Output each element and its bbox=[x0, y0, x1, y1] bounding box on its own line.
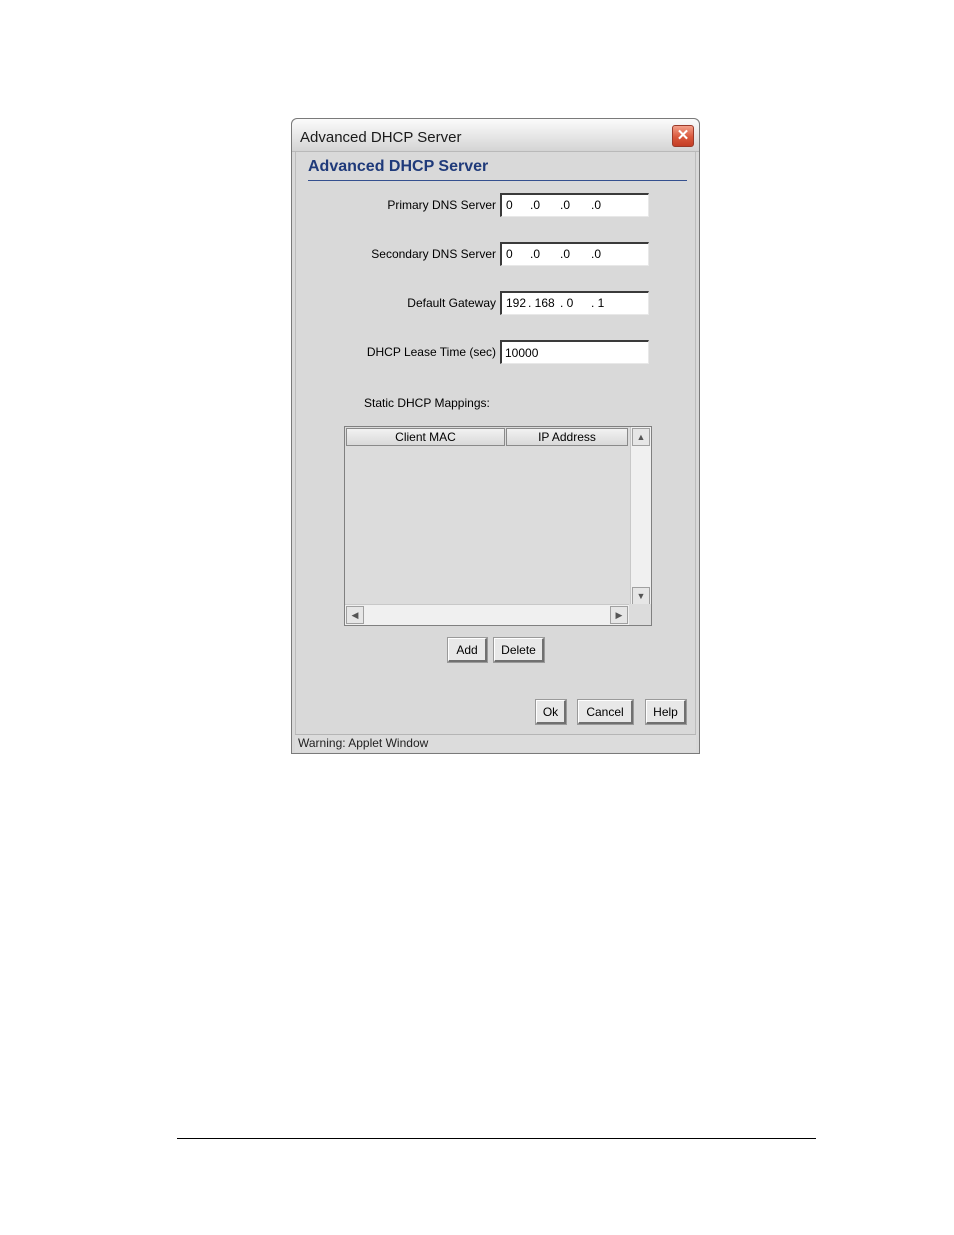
primary-dns-input[interactable]: 0 .0 .0 .0 bbox=[500, 193, 649, 217]
vertical-scrollbar[interactable]: ▲ ▼ bbox=[630, 427, 651, 605]
page-title: Advanced DHCP Server bbox=[308, 158, 489, 175]
dialog-content: Advanced DHCP Server Primary DNS Server … bbox=[295, 152, 696, 734]
add-button[interactable]: Add bbox=[447, 637, 488, 663]
octet-2[interactable]: . 168 bbox=[528, 296, 555, 310]
ok-button[interactable]: Ok bbox=[535, 699, 567, 725]
lease-time-label: DHCP Lease Time (sec) bbox=[366, 345, 496, 359]
static-mappings-label: Static DHCP Mappings: bbox=[364, 396, 490, 410]
scrollbar-corner bbox=[630, 604, 651, 625]
octet-2[interactable]: .0 bbox=[530, 247, 540, 261]
octet-1[interactable]: 0 bbox=[506, 247, 513, 261]
scroll-left-icon[interactable]: ◀ bbox=[346, 606, 364, 624]
secondary-dns-label: Secondary DNS Server bbox=[371, 247, 496, 261]
scroll-up-icon[interactable]: ▲ bbox=[632, 428, 650, 446]
default-gateway-input[interactable]: 192 . 168 . 0 . 1 bbox=[500, 291, 649, 315]
column-header-client-mac[interactable]: Client MAC bbox=[346, 428, 505, 446]
dialog-window: Advanced DHCP Server ✕ Advanced DHCP Ser… bbox=[291, 118, 700, 754]
scroll-right-icon[interactable]: ▶ bbox=[610, 606, 628, 624]
octet-4[interactable]: .0 bbox=[591, 198, 601, 212]
mappings-table[interactable]: Client MAC IP Address ▲ ▼ ◀ ▶ bbox=[344, 426, 652, 626]
lease-time-input[interactable] bbox=[500, 340, 649, 364]
title-bar[interactable]: Advanced DHCP Server ✕ bbox=[292, 119, 699, 152]
column-header-ip-address[interactable]: IP Address bbox=[506, 428, 628, 446]
octet-1[interactable]: 192 bbox=[506, 296, 526, 310]
delete-button[interactable]: Delete bbox=[493, 637, 545, 663]
octet-3[interactable]: .0 bbox=[560, 198, 570, 212]
horizontal-scrollbar[interactable]: ◀ ▶ bbox=[345, 604, 629, 625]
octet-3[interactable]: . 0 bbox=[560, 296, 573, 310]
help-button[interactable]: Help bbox=[645, 699, 687, 725]
octet-4[interactable]: . 1 bbox=[591, 296, 604, 310]
scroll-down-icon[interactable]: ▼ bbox=[632, 587, 650, 605]
status-bar: Warning: Applet Window bbox=[295, 734, 696, 752]
window-title: Advanced DHCP Server bbox=[300, 129, 462, 146]
cancel-button[interactable]: Cancel bbox=[577, 699, 634, 725]
octet-2[interactable]: .0 bbox=[530, 198, 540, 212]
octet-1[interactable]: 0 bbox=[506, 198, 513, 212]
octet-3[interactable]: .0 bbox=[560, 247, 570, 261]
default-gateway-label: Default Gateway bbox=[407, 296, 496, 310]
primary-dns-label: Primary DNS Server bbox=[387, 198, 496, 212]
header-divider bbox=[308, 180, 687, 181]
page-footer-rule bbox=[177, 1138, 816, 1139]
octet-4[interactable]: .0 bbox=[591, 247, 601, 261]
secondary-dns-input[interactable]: 0 .0 .0 .0 bbox=[500, 242, 649, 266]
close-icon[interactable]: ✕ bbox=[672, 125, 694, 147]
